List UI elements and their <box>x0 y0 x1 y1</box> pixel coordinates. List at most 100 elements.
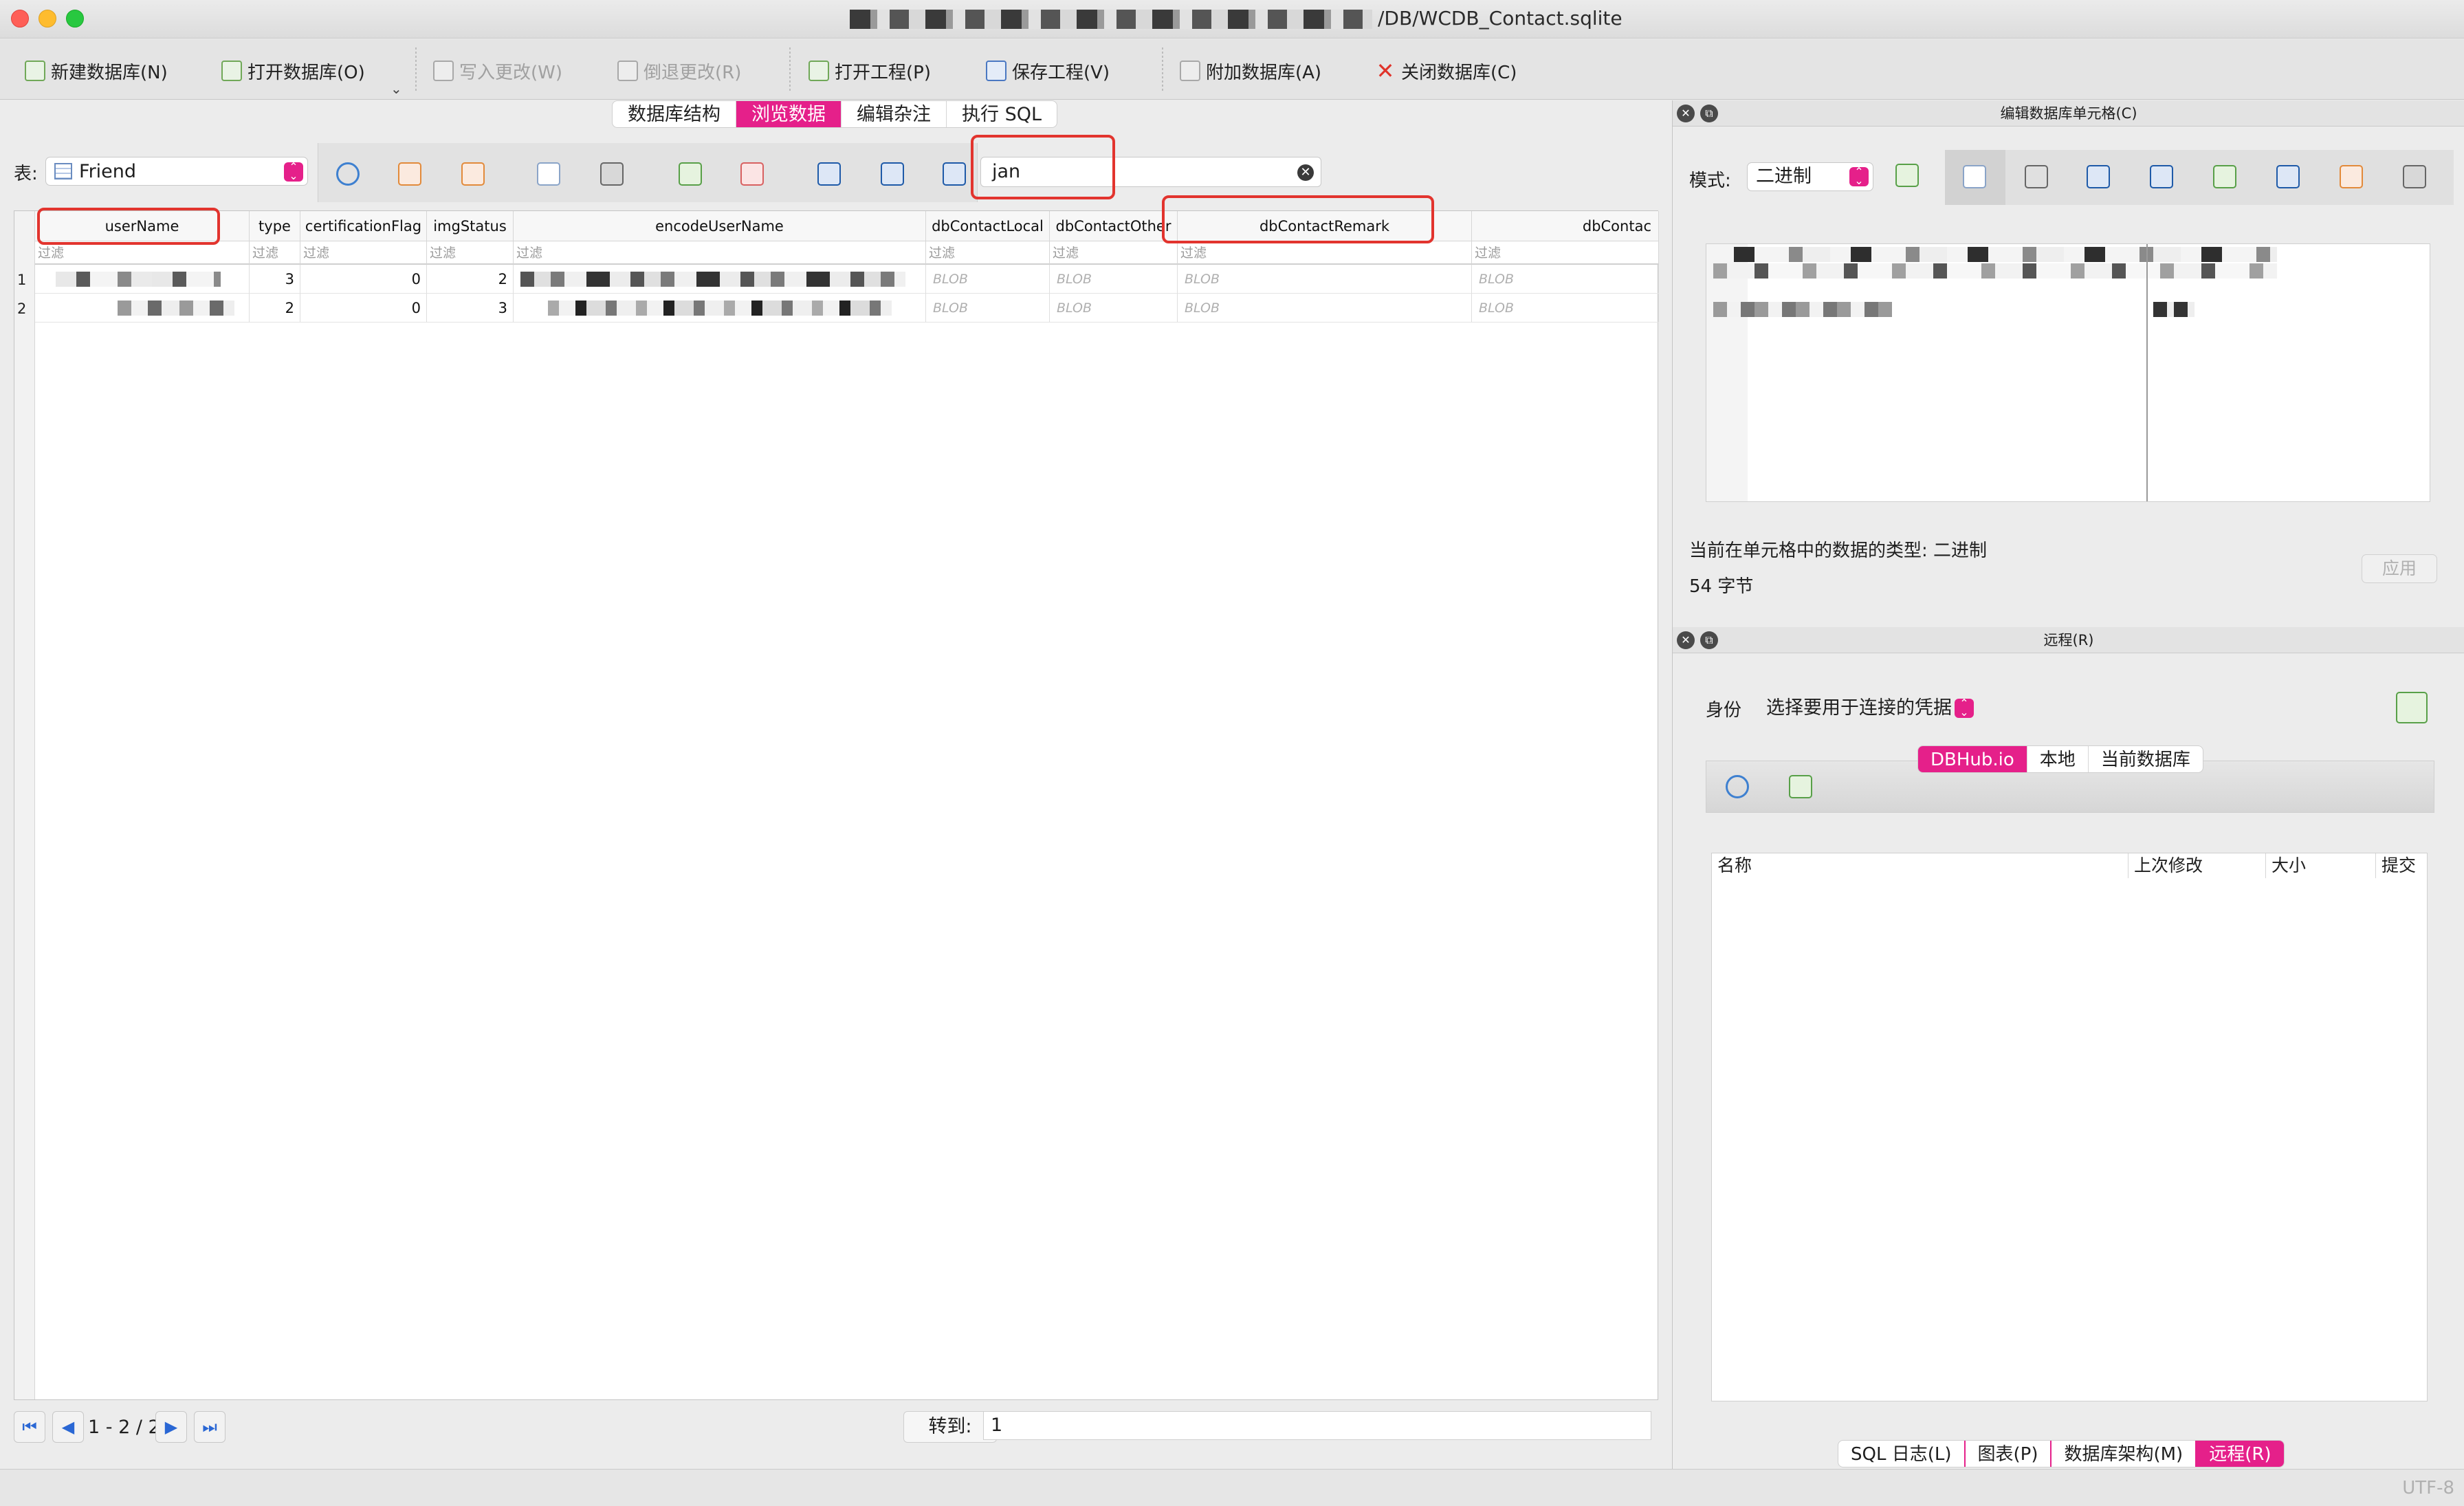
add-identity-icon[interactable] <box>2396 692 2428 723</box>
filter-cell-type[interactable]: 过滤 <box>250 241 300 265</box>
cell-type[interactable]: 3 <box>250 265 300 294</box>
delete-record-icon[interactable] <box>740 162 764 186</box>
column-header-last-modified[interactable]: 上次修改 <box>2128 853 2266 878</box>
remote-file-list[interactable]: 名称 上次修改 大小 提交 <box>1711 853 2428 1401</box>
open-project-button[interactable]: 打开工程(P) <box>808 57 931 85</box>
export-icon[interactable] <box>2150 165 2173 188</box>
zoom-window-button[interactable] <box>66 10 84 28</box>
tab-dbhub[interactable]: DBHub.io <box>1918 746 2027 772</box>
find-replace-icon[interactable] <box>881 162 904 186</box>
filter-cell-dbContactOther[interactable]: 过滤 <box>1050 241 1178 265</box>
column-header-imgStatus[interactable]: imgStatus <box>427 211 514 241</box>
filter-cell-userName[interactable]: 过滤 <box>35 241 250 265</box>
close-panel-icon[interactable]: ✕ <box>1677 105 1695 122</box>
revert-changes-button[interactable]: 倒退更改(R) <box>617 57 741 85</box>
column-header-size[interactable]: 大小 <box>2266 853 2376 878</box>
cell-certificationFlag[interactable]: 0 <box>300 294 427 323</box>
clear-cell-icon[interactable] <box>2340 165 2363 188</box>
write-changes-button[interactable]: 写入更改(W) <box>433 57 562 85</box>
cell-userName-redacted[interactable] <box>35 294 250 323</box>
cell-userName-redacted[interactable] <box>35 265 250 294</box>
cell-dbContactLocal[interactable]: BLOB <box>926 294 1050 323</box>
filter-cell-certificationFlag[interactable]: 过滤 <box>300 241 427 265</box>
last-page-icon[interactable]: ⏭ <box>194 1411 226 1443</box>
tab-sql-log[interactable]: SQL 日志(L) <box>1838 1441 1966 1467</box>
tab-execute-sql[interactable]: 执行 SQL <box>947 101 1057 127</box>
cell-imgStatus[interactable]: 3 <box>427 294 514 323</box>
tab-remote[interactable]: 远程(R) <box>2197 1441 2284 1467</box>
filter-cell-dbContactLocal[interactable]: 过滤 <box>926 241 1050 265</box>
clear-filters-icon[interactable] <box>398 162 421 186</box>
next-page-icon[interactable]: ▶ <box>155 1411 187 1443</box>
refresh-icon[interactable] <box>336 162 360 186</box>
cell-dbContactLocal[interactable]: BLOB <box>926 265 1050 294</box>
indent-icon[interactable] <box>2025 165 2048 188</box>
cell-dbContac[interactable]: BLOB <box>1472 265 1659 294</box>
credential-select[interactable]: 选择要用于连接的凭据 ⌃ ⌄ <box>1758 695 1978 723</box>
filter-cell-dbContac[interactable]: 过滤 <box>1472 241 1659 265</box>
open-external-icon[interactable] <box>2276 165 2300 188</box>
first-page-icon[interactable]: ⏮ <box>14 1411 45 1443</box>
column-header-encodeUserName[interactable]: encodeUserName <box>514 211 926 241</box>
apply-button[interactable]: 应用 <box>2362 554 2437 583</box>
clone-icon[interactable] <box>1789 775 1812 798</box>
cell-type[interactable]: 2 <box>250 294 300 323</box>
close-panel-icon[interactable]: ✕ <box>1677 631 1695 649</box>
tab-plot[interactable]: 图表(P) <box>1966 1441 2052 1467</box>
filter-cell-encodeUserName[interactable]: 过滤 <box>514 241 926 265</box>
filter-in-all-columns-icon[interactable] <box>943 162 966 186</box>
cell-certificationFlag[interactable]: 0 <box>300 265 427 294</box>
column-header-type[interactable]: type <box>250 211 300 241</box>
print-icon[interactable] <box>600 162 624 186</box>
word-wrap-icon[interactable] <box>1963 165 1986 188</box>
open-database-dropdown-icon[interactable]: ⌄ <box>390 80 402 97</box>
tab-browse-data[interactable]: 浏览数据 <box>736 101 842 127</box>
column-header-certificationFlag[interactable]: certificationFlag <box>300 211 427 241</box>
float-panel-icon[interactable]: ⧉ <box>1700 105 1718 122</box>
cell-encodeUserName-redacted[interactable] <box>514 294 926 323</box>
tab-local[interactable]: 本地 <box>2027 746 2089 772</box>
goto-input[interactable]: 1 <box>983 1411 1651 1440</box>
print-cell-icon[interactable] <box>2403 165 2426 188</box>
tab-database-structure[interactable]: 数据库结构 <box>613 101 736 127</box>
tab-current-database[interactable]: 当前数据库 <box>2089 746 2203 772</box>
column-header-dbContactLocal[interactable]: dbContactLocal <box>926 211 1050 241</box>
column-header-name[interactable]: 名称 <box>1712 853 2128 878</box>
refresh-remote-icon[interactable] <box>1726 775 1749 798</box>
cell-dbContactOther[interactable]: BLOB <box>1050 294 1178 323</box>
set-null-icon[interactable] <box>2213 165 2236 188</box>
cell-dbContactOther[interactable]: BLOB <box>1050 265 1178 294</box>
filter-cell-imgStatus[interactable]: 过滤 <box>427 241 514 265</box>
filter-cell-dbContactRemark[interactable]: 过滤 <box>1178 241 1472 265</box>
column-header-dbContac[interactable]: dbContac <box>1472 211 1659 241</box>
minimize-window-button[interactable] <box>38 10 56 28</box>
pagination-bar: ⏮ ◀ 1 - 2 / 2 ▶ ⏭ 转到: 1 <box>14 1407 1658 1445</box>
clear-search-icon[interactable]: ✕ <box>1297 164 1314 181</box>
new-database-button[interactable]: 新建数据库(N) <box>25 57 168 85</box>
cell-imgStatus[interactable]: 2 <box>427 265 514 294</box>
save-project-button[interactable]: 保存工程(V) <box>986 57 1110 85</box>
hex-editor[interactable] <box>1706 243 2430 502</box>
save-results-icon[interactable] <box>537 162 560 186</box>
column-header-dbContactOther[interactable]: dbContactOther <box>1050 211 1178 241</box>
close-database-button[interactable]: ✕ 关闭数据库(C) <box>1375 57 1517 85</box>
previous-page-icon[interactable]: ◀ <box>52 1411 84 1443</box>
tab-edit-pragmas[interactable]: 编辑杂注 <box>842 101 947 127</box>
import-icon[interactable] <box>2087 165 2110 188</box>
table-select[interactable]: Friend ⌃ ⌄ <box>45 157 308 186</box>
float-panel-icon[interactable]: ⧉ <box>1700 631 1718 649</box>
cell-dbContactRemark[interactable]: BLOB <box>1178 265 1472 294</box>
cell-dbContactRemark[interactable]: BLOB <box>1178 294 1472 323</box>
clear-sorting-icon[interactable] <box>461 162 485 186</box>
tab-db-schema[interactable]: 数据库架构(M) <box>2052 1441 2197 1467</box>
open-database-button[interactable]: 打开数据库(O) <box>221 57 365 85</box>
cell-encodeUserName-redacted[interactable] <box>514 265 926 294</box>
find-icon[interactable] <box>817 162 841 186</box>
insert-record-icon[interactable] <box>679 162 702 186</box>
close-window-button[interactable] <box>11 10 29 28</box>
column-header-commit[interactable]: 提交 <box>2376 853 2428 878</box>
attach-database-button[interactable]: 附加数据库(A) <box>1180 57 1321 85</box>
auto-switch-mode-icon[interactable] <box>1895 164 1919 187</box>
mode-select[interactable]: 二进制 ⌃ ⌄ <box>1747 162 1873 191</box>
cell-dbContac[interactable]: BLOB <box>1472 294 1659 323</box>
